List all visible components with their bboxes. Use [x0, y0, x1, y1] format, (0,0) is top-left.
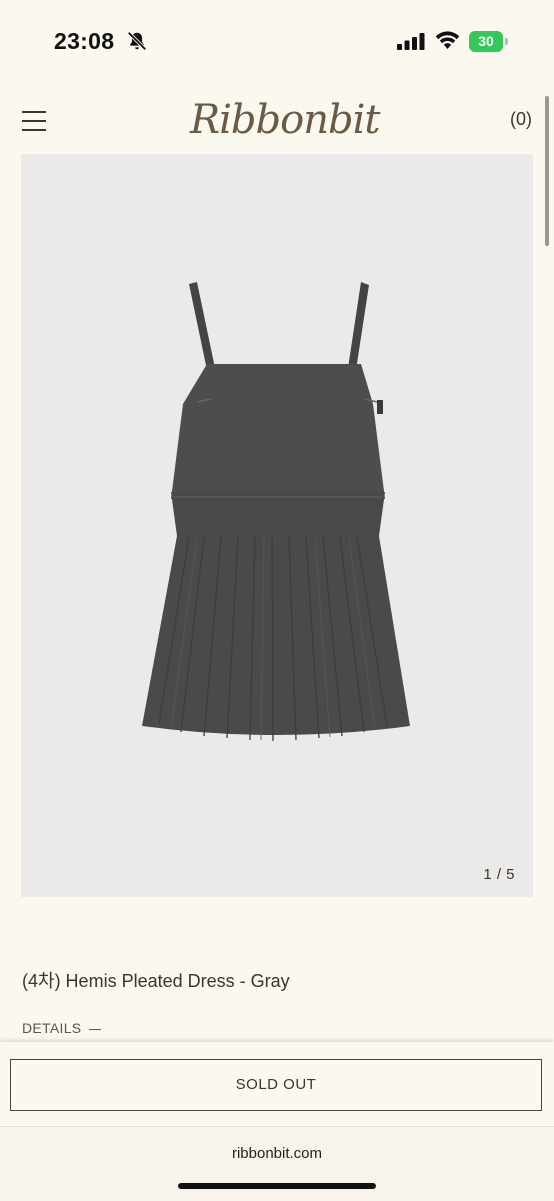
battery-level: 30 [478, 33, 494, 49]
cart-count-link[interactable]: (0) [510, 109, 532, 130]
image-counter: 1 / 5 [483, 866, 515, 883]
home-indicator[interactable] [178, 1183, 376, 1189]
browser-url-bar[interactable]: ribbonbit.com [0, 1126, 554, 1201]
menu-line [22, 111, 46, 113]
bell-slash-icon [127, 31, 147, 51]
dress-product-photo [142, 282, 410, 742]
product-title: (4차) Hemis Pleated Dress - Gray [22, 971, 290, 991]
status-bar: 23:08 30 [0, 0, 554, 84]
cellular-signal-icon [397, 33, 425, 50]
details-label: DETAILS [22, 1020, 82, 1036]
wifi-icon [435, 31, 460, 49]
details-toggle[interactable]: DETAILS [22, 1020, 102, 1036]
brand-logo-text: Ribbonbit [190, 97, 380, 143]
bottom-action-panel: SOLD OUT ribbonbit.com [0, 1042, 554, 1201]
sold-out-button[interactable]: SOLD OUT [10, 1059, 542, 1111]
battery-icon: 30 [469, 31, 509, 52]
menu-line [22, 129, 46, 131]
hamburger-menu-icon[interactable] [20, 108, 48, 134]
collapse-dash-icon [89, 1028, 102, 1030]
product-image-gallery[interactable]: 1 / 5 [21, 154, 533, 897]
browser-url[interactable]: ribbonbit.com [0, 1145, 554, 1162]
scroll-indicator[interactable] [545, 96, 549, 246]
menu-line [22, 120, 46, 122]
status-time: 23:08 [54, 28, 115, 54]
brand-logo[interactable]: Ribbonbit [190, 92, 380, 148]
battery-cap [505, 38, 508, 45]
